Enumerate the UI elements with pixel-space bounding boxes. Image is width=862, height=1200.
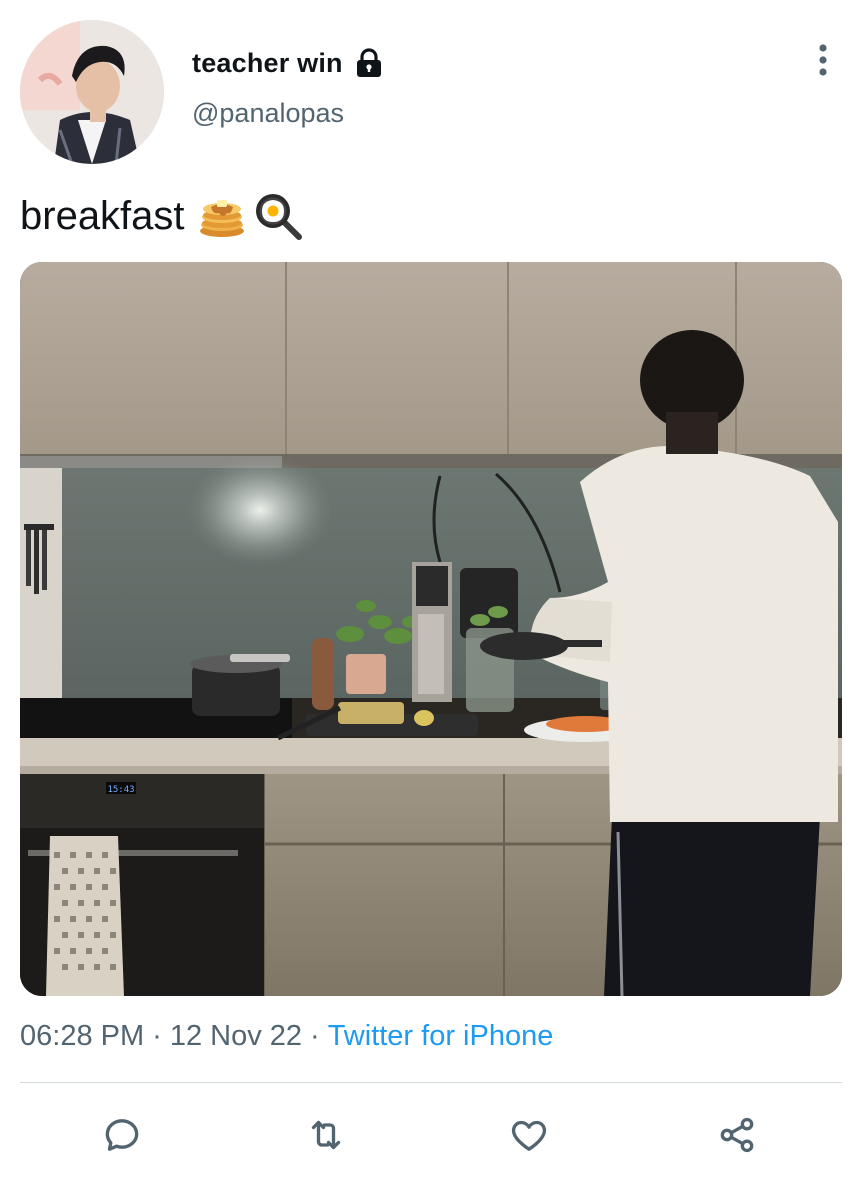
reply-button[interactable] bbox=[99, 1112, 145, 1158]
kitchen-photo: 15:43 bbox=[20, 262, 842, 996]
divider bbox=[20, 1082, 842, 1083]
like-button[interactable] bbox=[506, 1112, 552, 1158]
pancakes-emoji bbox=[197, 191, 247, 241]
share-icon bbox=[720, 1117, 754, 1153]
like-icon bbox=[511, 1120, 547, 1151]
tweet-meta: 06:28 PM · 12 Nov 22 · Twitter for iPhon… bbox=[20, 1016, 553, 1056]
tweet-date: 12 Nov 22 bbox=[169, 1019, 303, 1052]
meta-separator: · bbox=[310, 1019, 320, 1052]
tweet-source-link[interactable]: Twitter for iPhone bbox=[328, 1020, 554, 1053]
avatar[interactable] bbox=[20, 20, 164, 164]
share-button[interactable] bbox=[714, 1112, 760, 1158]
tweet-action-bar bbox=[0, 1100, 862, 1170]
name-row: teacher win bbox=[192, 44, 383, 82]
retweet-icon bbox=[311, 1120, 341, 1150]
more-options-icon[interactable] bbox=[808, 40, 838, 84]
tweet-time: 06:28 PM bbox=[20, 1019, 145, 1052]
oven-display: 15:43 bbox=[107, 785, 134, 795]
frying-pan-egg-emoji bbox=[253, 191, 303, 241]
retweet-button[interactable] bbox=[303, 1112, 349, 1158]
user-handle[interactable]: @panalopas bbox=[192, 98, 344, 129]
tweet-text: breakfast bbox=[20, 190, 303, 242]
lock-icon bbox=[355, 48, 383, 78]
display-name[interactable]: teacher win bbox=[192, 48, 343, 79]
meta-separator: · bbox=[152, 1019, 162, 1052]
tweet-header: teacher win @panalopas bbox=[0, 0, 862, 170]
tweet-text-body: breakfast bbox=[20, 193, 185, 238]
tweet-media-photo[interactable]: 15:43 bbox=[20, 262, 842, 996]
reply-icon bbox=[105, 1119, 139, 1151]
avatar-image bbox=[20, 20, 164, 164]
